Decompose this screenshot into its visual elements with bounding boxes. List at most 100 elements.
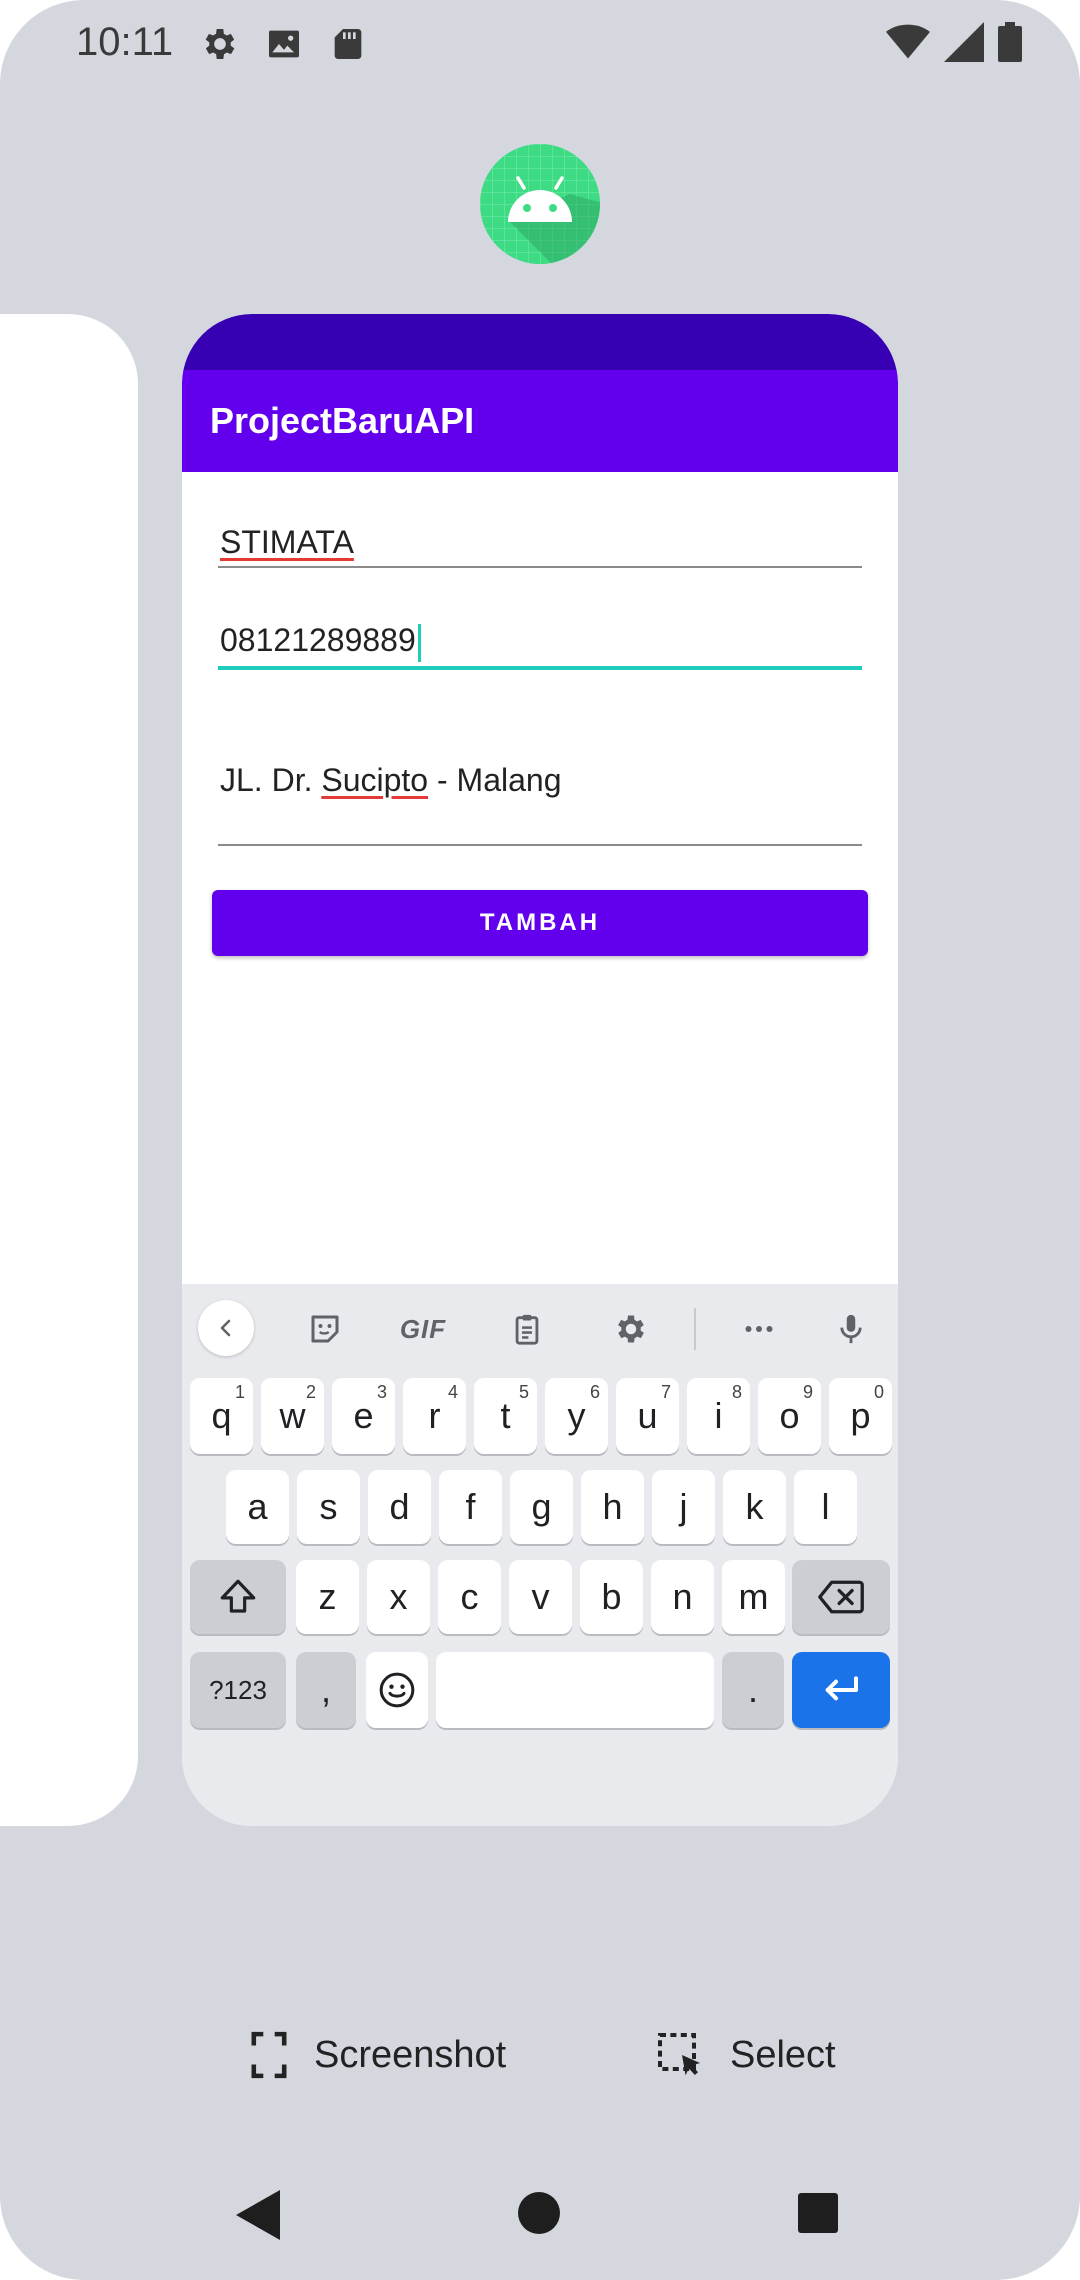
keyboard-settings-button[interactable] bbox=[602, 1300, 660, 1358]
chevron-left-icon bbox=[220, 1319, 231, 1337]
key-g[interactable]: g bbox=[510, 1470, 573, 1544]
key-label: p bbox=[850, 1395, 871, 1436]
text-cursor bbox=[417, 623, 421, 662]
key-s[interactable]: s bbox=[297, 1470, 360, 1544]
key-label: v bbox=[531, 1576, 550, 1617]
key-p[interactable]: p0 bbox=[829, 1378, 892, 1454]
shift-icon bbox=[220, 1579, 256, 1613]
key-label: i bbox=[714, 1395, 723, 1436]
symbols-key[interactable]: ?123 bbox=[190, 1652, 286, 1728]
key-label: m bbox=[738, 1576, 769, 1617]
address-misspelled-word: Sucipto bbox=[321, 762, 429, 798]
key-number-hint: 3 bbox=[376, 1382, 387, 1402]
back-icon[interactable] bbox=[236, 2190, 280, 2240]
key-label: g bbox=[531, 1486, 552, 1527]
keyboard-collapse-button[interactable] bbox=[198, 1300, 254, 1356]
status-bar: 10:11 bbox=[0, 0, 1080, 88]
key-number-hint: 6 bbox=[589, 1382, 600, 1402]
phone-field-text: 08121289889 bbox=[220, 622, 421, 662]
key-label: n bbox=[672, 1576, 693, 1617]
key-label: s bbox=[319, 1486, 338, 1527]
home-button[interactable] bbox=[518, 2192, 560, 2234]
name-field[interactable]: STIMATA bbox=[218, 514, 862, 594]
key-label: u bbox=[637, 1395, 658, 1436]
key-b[interactable]: b bbox=[580, 1560, 643, 1634]
key-number-hint: 7 bbox=[660, 1382, 671, 1402]
comma-key[interactable]: , bbox=[296, 1652, 356, 1728]
key-r[interactable]: r4 bbox=[403, 1378, 466, 1454]
shift-key[interactable] bbox=[190, 1560, 286, 1634]
recent-app-card[interactable]: ProjectBaruAPI STIMATA 08121289889 JL. D… bbox=[182, 314, 898, 1826]
phone-screen: 10:11 ProjectBaruAPI STIMATA 08121289889… bbox=[0, 0, 1080, 2280]
backspace-key[interactable] bbox=[792, 1560, 890, 1634]
key-m[interactable]: m bbox=[722, 1560, 785, 1634]
settings-icon bbox=[205, 29, 235, 59]
key-f[interactable]: f bbox=[439, 1470, 502, 1544]
key-a[interactable]: a bbox=[226, 1470, 289, 1544]
key-l[interactable]: l bbox=[794, 1470, 857, 1544]
more-horizontal-icon bbox=[745, 1326, 773, 1332]
key-label: a bbox=[247, 1486, 268, 1527]
status-time: 10:11 bbox=[76, 20, 174, 64]
key-label: x bbox=[389, 1576, 408, 1617]
app-icon[interactable] bbox=[480, 144, 600, 264]
address-prefix: JL. Dr. bbox=[220, 762, 322, 798]
key-u[interactable]: u7 bbox=[616, 1378, 679, 1454]
enter-key[interactable] bbox=[792, 1652, 890, 1728]
key-label: k bbox=[745, 1486, 764, 1527]
key-c[interactable]: c bbox=[438, 1560, 501, 1634]
key-label: z bbox=[318, 1576, 337, 1617]
emoji-key[interactable] bbox=[366, 1652, 428, 1728]
key-y[interactable]: y6 bbox=[545, 1378, 608, 1454]
emoji-icon bbox=[379, 1672, 415, 1708]
key-v[interactable]: v bbox=[509, 1560, 572, 1634]
app-title: ProjectBaruAPI bbox=[210, 400, 475, 441]
space-key[interactable] bbox=[436, 1652, 714, 1728]
key-label: h bbox=[602, 1486, 623, 1527]
more-button[interactable] bbox=[730, 1300, 788, 1358]
key-h[interactable]: h bbox=[581, 1470, 644, 1544]
key-q[interactable]: q1 bbox=[190, 1378, 253, 1454]
clipboard-button[interactable] bbox=[498, 1300, 556, 1358]
key-t[interactable]: t5 bbox=[474, 1378, 537, 1454]
recent-app-card-left[interactable] bbox=[0, 314, 138, 1826]
address-field-value: JL. Dr. Sucipto - Malang bbox=[220, 762, 561, 799]
name-field-underline bbox=[218, 566, 862, 568]
phone-field-value: 08121289889 bbox=[220, 622, 416, 658]
soft-keyboard: GIF ?123 , . q 1 w 2 e 3 r 4 t 5 y 6 u 7… bbox=[182, 1284, 898, 1826]
voice-input-button[interactable] bbox=[822, 1300, 880, 1358]
key-w[interactable]: w2 bbox=[261, 1378, 324, 1454]
key-label: o bbox=[779, 1395, 800, 1436]
gif-label: GIF bbox=[399, 1313, 447, 1344]
key-label: r bbox=[428, 1395, 441, 1436]
key-n[interactable]: n bbox=[651, 1560, 714, 1634]
recents-button[interactable] bbox=[798, 2193, 838, 2233]
select-label: Select bbox=[730, 2033, 836, 2076]
system-icons bbox=[886, 22, 1022, 62]
key-number-hint: 8 bbox=[731, 1382, 742, 1402]
key-number-hint: 0 bbox=[873, 1382, 884, 1402]
key-label: l bbox=[821, 1486, 830, 1527]
key-e[interactable]: e3 bbox=[332, 1378, 395, 1454]
phone-field-underline bbox=[218, 666, 862, 670]
key-x[interactable]: x bbox=[367, 1560, 430, 1634]
toolbar-divider bbox=[694, 1308, 696, 1350]
gif-button[interactable]: GIF bbox=[388, 1300, 458, 1358]
key-label: w bbox=[279, 1395, 306, 1436]
key-j[interactable]: j bbox=[652, 1470, 715, 1544]
sticker-button[interactable] bbox=[296, 1300, 354, 1358]
phone-field[interactable]: 08121289889 bbox=[218, 614, 862, 694]
key-label: t bbox=[500, 1395, 511, 1436]
app-status-bar bbox=[182, 314, 898, 370]
key-i[interactable]: i8 bbox=[687, 1378, 750, 1454]
select-action[interactable]: Select bbox=[656, 2030, 836, 2080]
screenshot-action[interactable]: Screenshot bbox=[250, 2030, 506, 2080]
sticker-icon bbox=[311, 1315, 339, 1343]
address-field[interactable]: JL. Dr. Sucipto - Malang bbox=[218, 714, 862, 864]
key-k[interactable]: k bbox=[723, 1470, 786, 1544]
period-key[interactable]: . bbox=[722, 1652, 784, 1728]
key-d[interactable]: d bbox=[368, 1470, 431, 1544]
tambah-button[interactable]: TAMBAH bbox=[212, 890, 868, 956]
key-o[interactable]: o9 bbox=[758, 1378, 821, 1454]
key-z[interactable]: z bbox=[296, 1560, 359, 1634]
